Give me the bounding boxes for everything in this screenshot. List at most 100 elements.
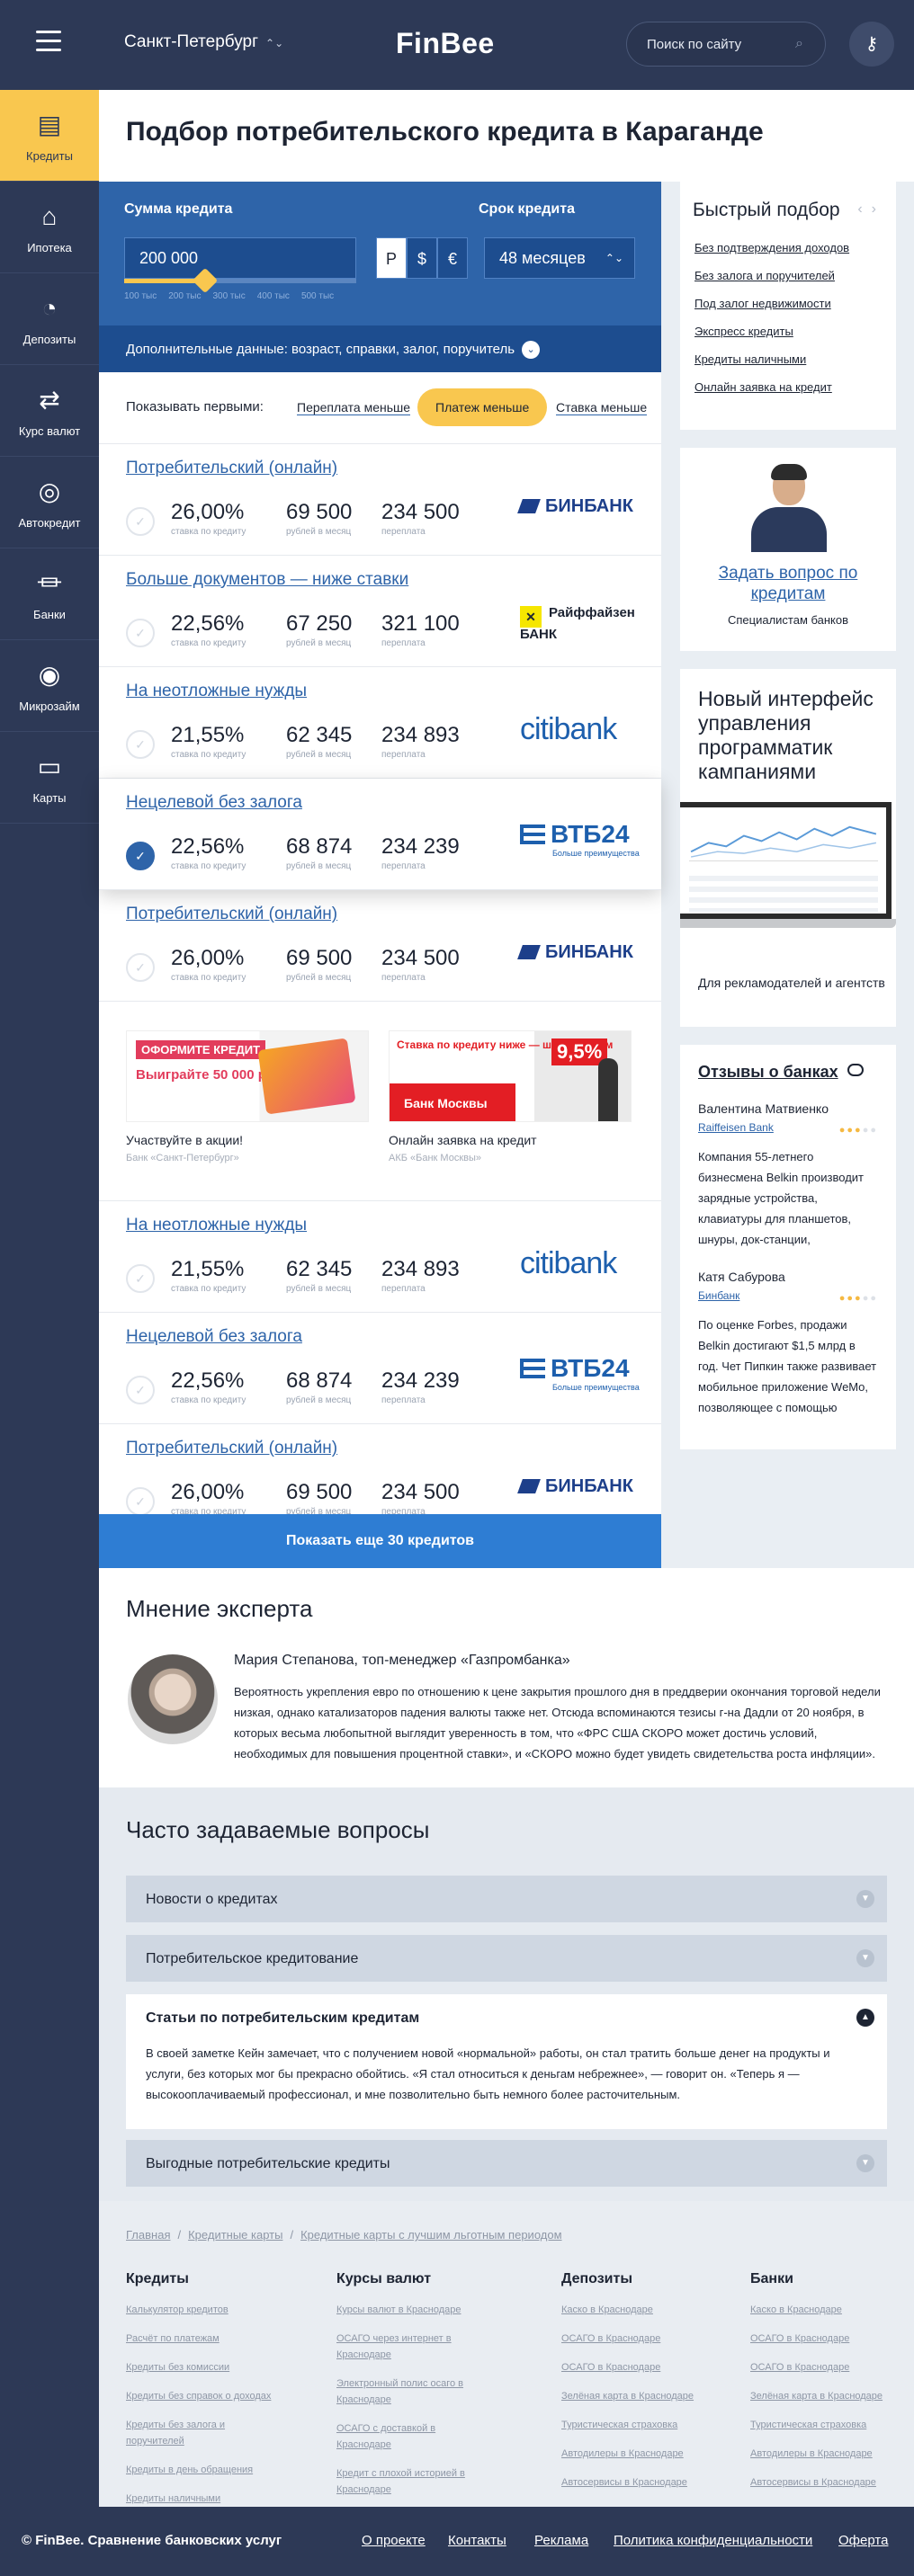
faq-item[interactable]: Новости о кредитах ▼: [126, 1876, 887, 1922]
amount-field[interactable]: 200 000: [124, 237, 356, 279]
footer-link[interactable]: Автосервисы в Краснодаре: [561, 2474, 714, 2491]
sidebar-item[interactable]: ◔ Депозиты: [0, 273, 99, 365]
offer-name-link[interactable]: Больше документов — ниже ставки: [126, 570, 408, 590]
offer-name-link[interactable]: Нецелевой без залога: [126, 793, 302, 813]
top-bar: Санкт-Петербург ⌃⌄ FinBee ⌕ ⚷: [0, 0, 914, 90]
footer-link[interactable]: Курсы валют в Краснодаре: [336, 2302, 489, 2318]
select-offer-check[interactable]: ✓: [126, 1487, 155, 1516]
quick-filter-link[interactable]: Онлайн заявка на кредит: [694, 380, 889, 394]
footer-link[interactable]: Кредиты наличными: [126, 2491, 279, 2507]
select-offer-check[interactable]: ✓: [126, 842, 155, 870]
sidebar-item[interactable]: ▤ Кредиты: [0, 90, 99, 182]
footer-link[interactable]: Кредиты в день обращения: [126, 2462, 279, 2478]
footer-link[interactable]: ОСАГО в Краснодаре: [750, 2331, 903, 2347]
login-key-button[interactable]: ⚷: [849, 22, 894, 67]
footer-link[interactable]: Автодилеры в Краснодаре: [750, 2446, 903, 2462]
sidebar-item[interactable]: ◉ Микрозайм: [0, 640, 99, 732]
select-offer-check[interactable]: ✓: [126, 1376, 155, 1404]
footer-link[interactable]: Каско в Краснодаре: [561, 2302, 714, 2318]
footer-link-about[interactable]: О проекте: [362, 2533, 426, 2548]
menu-icon[interactable]: [36, 31, 61, 52]
promo-banner[interactable]: ОФОРМИТЕ КРЕДИТ Выиграйте 50 000 руб.: [126, 1030, 369, 1122]
ask-question-link[interactable]: Задать вопрос по кредитам: [680, 563, 896, 604]
footer-link[interactable]: Зелёная карта в Краснодаре: [750, 2388, 903, 2404]
quick-filter-link[interactable]: Кредиты наличными: [694, 352, 889, 366]
footer-link[interactable]: Автодилеры в Краснодаре: [561, 2446, 714, 2462]
ad-banner[interactable]: Новый интерфейс управления программатик …: [680, 669, 896, 1027]
footer-link[interactable]: ОСАГО в Краснодаре: [561, 2359, 714, 2375]
promo-card[interactable]: Ставка по кредиту ниже — шаг за шагом 9,5…: [389, 1030, 632, 1163]
footer-link-ads[interactable]: Реклама: [534, 2533, 588, 2548]
carousel-arrows[interactable]: ‹›: [857, 201, 885, 218]
footer-link[interactable]: Кредиты без залога и поручителей: [126, 2417, 279, 2449]
footer-link[interactable]: Кредиты без комиссии: [126, 2359, 279, 2375]
quick-filter-link[interactable]: Без подтверждения доходов: [694, 241, 889, 254]
search-icon[interactable]: ⌕: [795, 36, 803, 52]
select-offer-check[interactable]: ✓: [126, 507, 155, 536]
offer-name-link[interactable]: Потребительский (онлайн): [126, 459, 337, 478]
sidebar-item[interactable]: ◎ Автокредит: [0, 457, 99, 548]
sort-payment-button[interactable]: Платеж меньше: [417, 388, 548, 426]
faq-item[interactable]: Выгодные потребительские кредиты ▼: [126, 2140, 887, 2187]
footer-link[interactable]: Кредит с плохой историей в Краснодаре: [336, 2465, 489, 2498]
review-bank-link[interactable]: Бинбанк: [698, 1289, 739, 1302]
footer-link[interactable]: ОСАГО через интернет в Краснодаре: [336, 2331, 489, 2363]
offer-overpay-caption: переплата: [381, 973, 426, 983]
footer-link[interactable]: ОСАГО в Краснодаре: [561, 2331, 714, 2347]
footer-link-offer[interactable]: Оферта: [838, 2533, 888, 2548]
quick-filter-link[interactable]: Без залога и поручителей: [694, 269, 889, 282]
quick-filter-link[interactable]: Экспресс кредиты: [694, 325, 889, 338]
term-select[interactable]: 48 месяцев ⌃⌄: [484, 237, 635, 279]
sort-rate-button[interactable]: Ставка меньше: [556, 388, 648, 426]
logo[interactable]: FinBee: [396, 27, 495, 60]
currency-eur-button[interactable]: €: [437, 237, 468, 279]
promo-banner[interactable]: Ставка по кредиту ниже — шаг за шагом 9,5…: [389, 1030, 632, 1122]
chevron-left-icon[interactable]: ‹: [857, 201, 871, 217]
footer-link[interactable]: Автосервисы в Краснодаре: [750, 2474, 903, 2491]
select-offer-check[interactable]: ✓: [126, 953, 155, 982]
footer-link-contacts[interactable]: Контакты: [448, 2533, 506, 2548]
sidebar-item[interactable]: ▭ Карты: [0, 732, 99, 824]
chevron-right-icon[interactable]: ›: [872, 201, 885, 217]
footer-link[interactable]: Калькулятор кредитов: [126, 2302, 279, 2318]
amount-tick: 100 тыс: [124, 291, 157, 301]
reviews-title[interactable]: Отзывы о банках: [698, 1063, 838, 1082]
breadcrumb-link[interactable]: Кредитные карты с лучшим льготным период…: [300, 2228, 561, 2242]
faq-item[interactable]: Потребительское кредитование ▼: [126, 1935, 887, 1982]
footer-link[interactable]: Электронный полис осаго в Краснодаре: [336, 2375, 489, 2408]
faq-item-title: Новости о кредитах: [146, 1892, 278, 1907]
footer-link[interactable]: Туристическая страховка: [750, 2417, 903, 2433]
currency-usd-button[interactable]: $: [407, 237, 437, 279]
footer-link[interactable]: Каско в Краснодаре: [750, 2302, 903, 2318]
currency-rub-button[interactable]: Р: [376, 237, 407, 279]
footer-link[interactable]: Кредиты без справок о доходах: [126, 2388, 279, 2404]
sidebar-item[interactable]: ⇄ Курс валют: [0, 365, 99, 457]
select-offer-check[interactable]: ✓: [126, 730, 155, 759]
offer-name-link[interactable]: Нецелевой без залога: [126, 1327, 302, 1347]
select-offer-check[interactable]: ✓: [126, 1264, 155, 1293]
show-more-button[interactable]: Показать еще 30 кредитов: [99, 1514, 661, 1568]
promo-card[interactable]: ОФОРМИТЕ КРЕДИТ Выиграйте 50 000 руб. Учас…: [126, 1030, 369, 1163]
quick-filter-link[interactable]: Под залог недвижимости: [694, 297, 889, 310]
sort-overpay-button[interactable]: Переплата меньше: [297, 388, 411, 426]
offer-name-link[interactable]: На неотложные нужды: [126, 682, 307, 701]
footer-link[interactable]: Расчёт по платежам: [126, 2331, 279, 2347]
offer-name-link[interactable]: Потребительский (онлайн): [126, 1439, 337, 1458]
offer-name-link[interactable]: Потребительский (онлайн): [126, 905, 337, 924]
city-selector[interactable]: Санкт-Петербург ⌃⌄: [124, 32, 283, 52]
footer-link-privacy[interactable]: Политика конфиденциальности: [614, 2533, 812, 2548]
sidebar-item[interactable]: ⌂ Ипотека: [0, 182, 99, 273]
review-bank-link[interactable]: Raiffeisen Bank: [698, 1121, 774, 1134]
faq-item-open[interactable]: Статьи по потребительским кредитам ▲ В сво…: [126, 1994, 887, 2129]
amount-slider[interactable]: [124, 267, 356, 294]
footer-link[interactable]: ОСАГО в Краснодаре: [750, 2359, 903, 2375]
sidebar-item[interactable]: ⏛ Банки: [0, 548, 99, 640]
breadcrumb-link[interactable]: Главная: [126, 2228, 170, 2242]
footer-link[interactable]: ОСАГО с доставкой в Краснодаре: [336, 2420, 489, 2453]
extra-params-toggle[interactable]: Дополнительные данные: возраст, справки,…: [99, 325, 661, 372]
footer-link[interactable]: Зелёная карта в Краснодаре: [561, 2388, 714, 2404]
offer-name-link[interactable]: На неотложные нужды: [126, 1216, 307, 1235]
breadcrumb-link[interactable]: Кредитные карты: [188, 2228, 282, 2242]
select-offer-check[interactable]: ✓: [126, 619, 155, 647]
footer-link[interactable]: Туристическая страховка: [561, 2417, 714, 2433]
